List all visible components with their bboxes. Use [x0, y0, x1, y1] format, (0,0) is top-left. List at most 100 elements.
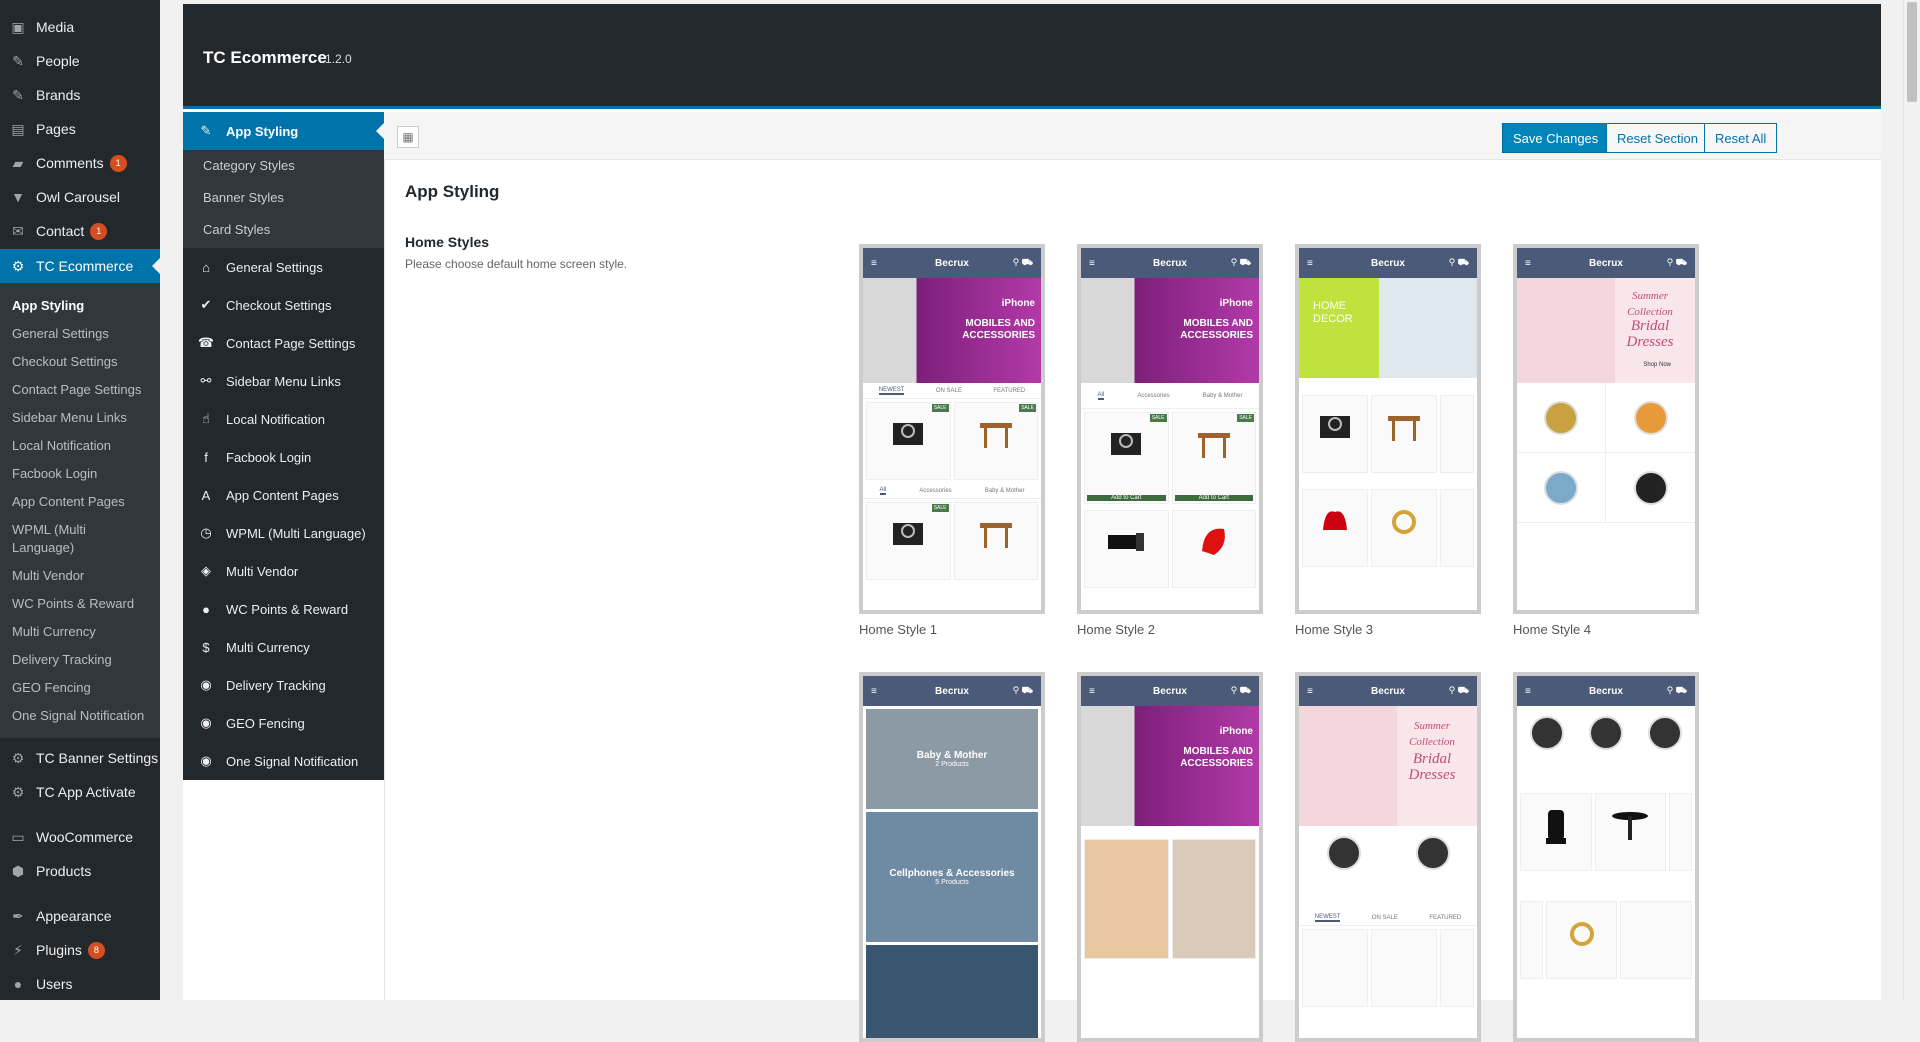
home-style-5-option[interactable]: ≡ Becrux ⚲ ⛟ Baby & Mother 2 Products Cellp…	[859, 672, 1045, 1042]
submenu-multi-currency[interactable]: Multi Currency	[12, 623, 160, 641]
menu-item-plugins[interactable]: ⚡ Plugins 8	[0, 933, 160, 967]
cart-icon: ⚲ ⛟	[1230, 257, 1251, 267]
cart-icon: ⚲ ⛟	[1012, 685, 1033, 695]
contact-icon: ✉	[12, 222, 24, 239]
home-style-2-image[interactable]: ≡ Becrux ⚲ ⛟ iPhone MOBILES AND ACCESSORIES…	[1077, 244, 1263, 614]
gear-icon: ⚙	[11, 257, 25, 274]
menu-item-people[interactable]: ✎ People	[0, 44, 160, 78]
submenu-sidebar-menu-links[interactable]: Sidebar Menu Links	[12, 409, 160, 427]
nav-card-styles[interactable]: Card Styles	[203, 222, 270, 237]
home-style-6-option[interactable]: ≡ Becrux ⚲ ⛟ iPhone MOBILES AND ACCESSORIES	[1077, 672, 1263, 1042]
home-style-6-image[interactable]: ≡ Becrux ⚲ ⛟ iPhone MOBILES AND ACCESSORIES	[1077, 672, 1263, 1042]
home-style-4-option[interactable]: ≡ Becrux ⚲ ⛟ Summer Collection Bridal Dress…	[1513, 244, 1699, 637]
menu-item-tc-app-activate[interactable]: ⚙ TC App Activate	[0, 775, 160, 809]
reset-all-button[interactable]: Reset All	[1704, 123, 1778, 153]
nav-banner-styles[interactable]: Banner Styles	[203, 190, 284, 205]
submenu-wc-points[interactable]: WC Points & Reward	[12, 595, 160, 613]
woocommerce-icon: ▭	[11, 828, 25, 845]
home-style-label: Home Style 1	[859, 622, 938, 637]
menu-icon: ≡	[1525, 685, 1531, 697]
cart-icon: ⚲ ⛟	[1666, 257, 1687, 267]
home-style-1-option[interactable]: ≡ Becrux ⚲ ⛟ iPhone MOBILES AND ACCESSORIES…	[859, 244, 1045, 637]
home-style-4-image[interactable]: ≡ Becrux ⚲ ⛟ Summer Collection Bridal Dress…	[1513, 244, 1699, 614]
nav-contact-page-settings[interactable]: ☎ Contact Page Settings	[183, 324, 384, 362]
product-row: SALE Add to Cart SALE Add to Cart	[1081, 409, 1259, 507]
home-style-1-image[interactable]: ≡ Becrux ⚲ ⛟ iPhone MOBILES AND ACCESSORIES…	[859, 244, 1045, 614]
product-card	[1171, 510, 1256, 588]
save-changes-button[interactable]: Save Changes	[1502, 123, 1610, 153]
home-style-5-image[interactable]: ≡ Becrux ⚲ ⛟ Baby & Mother 2 Products Cellp…	[859, 672, 1045, 1042]
page-scrollbar[interactable]	[1903, 0, 1920, 1000]
menu-item-pages[interactable]: ▤ Pages	[0, 112, 160, 146]
nav-sidebar-menu-links[interactable]: ⚯ Sidebar Menu Links	[183, 362, 384, 400]
nav-general-settings[interactable]: ⌂ General Settings	[183, 248, 384, 286]
tc-ecommerce-submenu: App Styling General Settings Checkout Se…	[0, 283, 160, 738]
submenu-checkout-settings[interactable]: Checkout Settings	[12, 353, 160, 371]
submenu-general-settings[interactable]: General Settings	[12, 325, 160, 343]
admin-menu: ▣ Media ✎ People ✎ Brands ▤ Pages ▰ Comments 1…	[0, 0, 160, 1000]
submenu-geo-fencing[interactable]: GEO Fencing	[12, 679, 160, 697]
menu-item-tc-ecommerce[interactable]: ⚙ TC Ecommerce	[0, 249, 160, 283]
menu-item-owl-carousel[interactable]: ▼ Owl Carousel	[0, 180, 160, 214]
category-banner: Cellphones & Accessories 5 Products	[866, 812, 1038, 942]
menu-item-media[interactable]: ▣ Media	[0, 10, 160, 44]
nav-app-content-pages[interactable]: A App Content Pages	[183, 476, 384, 514]
menu-item-appearance[interactable]: ✒ Appearance	[0, 899, 160, 933]
nav-checkout-settings[interactable]: ✔ Checkout Settings	[183, 286, 384, 324]
nav-delivery-tracking[interactable]: ◉ Delivery Tracking	[183, 666, 384, 704]
category-card	[1606, 383, 1695, 453]
category-card	[1606, 453, 1695, 523]
menu-icon: ≡	[1525, 257, 1531, 269]
submenu-contact-page-settings[interactable]: Contact Page Settings	[12, 381, 160, 399]
home-style-8-image[interactable]: ≡ Becrux ⚲ ⛟	[1513, 672, 1699, 1042]
nav-app-styling[interactable]: ✎ App Styling	[183, 112, 384, 150]
home-style-8-option[interactable]: ≡ Becrux ⚲ ⛟	[1513, 672, 1699, 1042]
product-row	[1299, 392, 1477, 476]
expand-options-icon[interactable]: ▦	[397, 126, 419, 148]
submenu-app-content-pages[interactable]: App Content Pages	[12, 493, 160, 511]
submenu-one-signal[interactable]: One Signal Notification	[12, 707, 160, 725]
nav-category-styles[interactable]: Category Styles	[203, 158, 295, 173]
reset-section-button[interactable]: Reset Section	[1606, 123, 1709, 153]
nav-geo-fencing[interactable]: ◉ GEO Fencing	[183, 704, 384, 742]
nav-multi-currency[interactable]: $ Multi Currency	[183, 628, 384, 666]
menu-icon: ≡	[1089, 257, 1095, 269]
menu-item-contact[interactable]: ✉ Contact 1	[0, 214, 160, 248]
nav-wpml[interactable]: ◷ WPML (Multi Language)	[183, 514, 384, 552]
menu-item-brands[interactable]: ✎ Brands	[0, 78, 160, 112]
nav-local-notification[interactable]: ☝ Local Notification	[183, 400, 384, 438]
menu-icon: ≡	[871, 685, 877, 697]
home-style-3-option[interactable]: ≡ Becrux ⚲ ⛟ HOME DECOR Home Style 3	[1295, 244, 1481, 637]
submenu-wpml[interactable]: WPML (Multi Language)	[12, 521, 122, 557]
nav-facbook-login[interactable]: f Facbook Login	[183, 438, 384, 476]
dollar-icon: $	[202, 639, 210, 655]
home-style-2-option[interactable]: ≡ Becrux ⚲ ⛟ iPhone MOBILES AND ACCESSORIES…	[1077, 244, 1263, 637]
menu-item-users[interactable]: ● Users	[0, 967, 160, 1000]
menu-item-woocommerce[interactable]: ▭ WooCommerce	[0, 820, 160, 854]
menu-item-comments[interactable]: ▰ Comments 1	[0, 146, 160, 180]
submenu-multi-vendor[interactable]: Multi Vendor	[12, 567, 160, 585]
submenu-app-styling[interactable]: App Styling	[12, 297, 160, 315]
home-style-7-image[interactable]: ≡ Becrux ⚲ ⛟ Summer Collection Bridal Dress…	[1295, 672, 1481, 1042]
product-row	[1517, 790, 1695, 874]
submenu-delivery-tracking[interactable]: Delivery Tracking	[12, 651, 160, 669]
nav-multi-vendor[interactable]: ◈ Multi Vendor	[183, 552, 384, 590]
submenu-facbook-login[interactable]: Facbook Login	[12, 465, 160, 483]
home-style-7-option[interactable]: ≡ Becrux ⚲ ⛟ Summer Collection Bridal Dress…	[1295, 672, 1481, 1042]
submenu-local-notification[interactable]: Local Notification	[12, 437, 160, 455]
cart-icon: ⚲ ⛟	[1448, 257, 1469, 267]
menu-item-products[interactable]: ⬢ Products	[0, 854, 160, 888]
nav-wc-points[interactable]: ● WC Points & Reward	[183, 590, 384, 628]
product-card	[1669, 793, 1692, 871]
product-row	[1299, 926, 1477, 1010]
banner: HOME DECOR	[1299, 278, 1477, 378]
drop-icon: ●	[202, 601, 210, 617]
nav-one-signal[interactable]: ◉ One Signal Notification	[183, 742, 384, 780]
check-icon: ✔	[200, 297, 212, 312]
product-card	[1520, 793, 1592, 871]
scrollbar-thumb[interactable]	[1907, 2, 1917, 102]
thumbs-up-icon: ☝	[202, 411, 210, 426]
menu-item-tc-banner-settings[interactable]: ⚙ TC Banner Settings	[0, 741, 160, 775]
product-row	[1299, 486, 1477, 570]
home-style-3-image[interactable]: ≡ Becrux ⚲ ⛟ HOME DECOR	[1295, 244, 1481, 614]
